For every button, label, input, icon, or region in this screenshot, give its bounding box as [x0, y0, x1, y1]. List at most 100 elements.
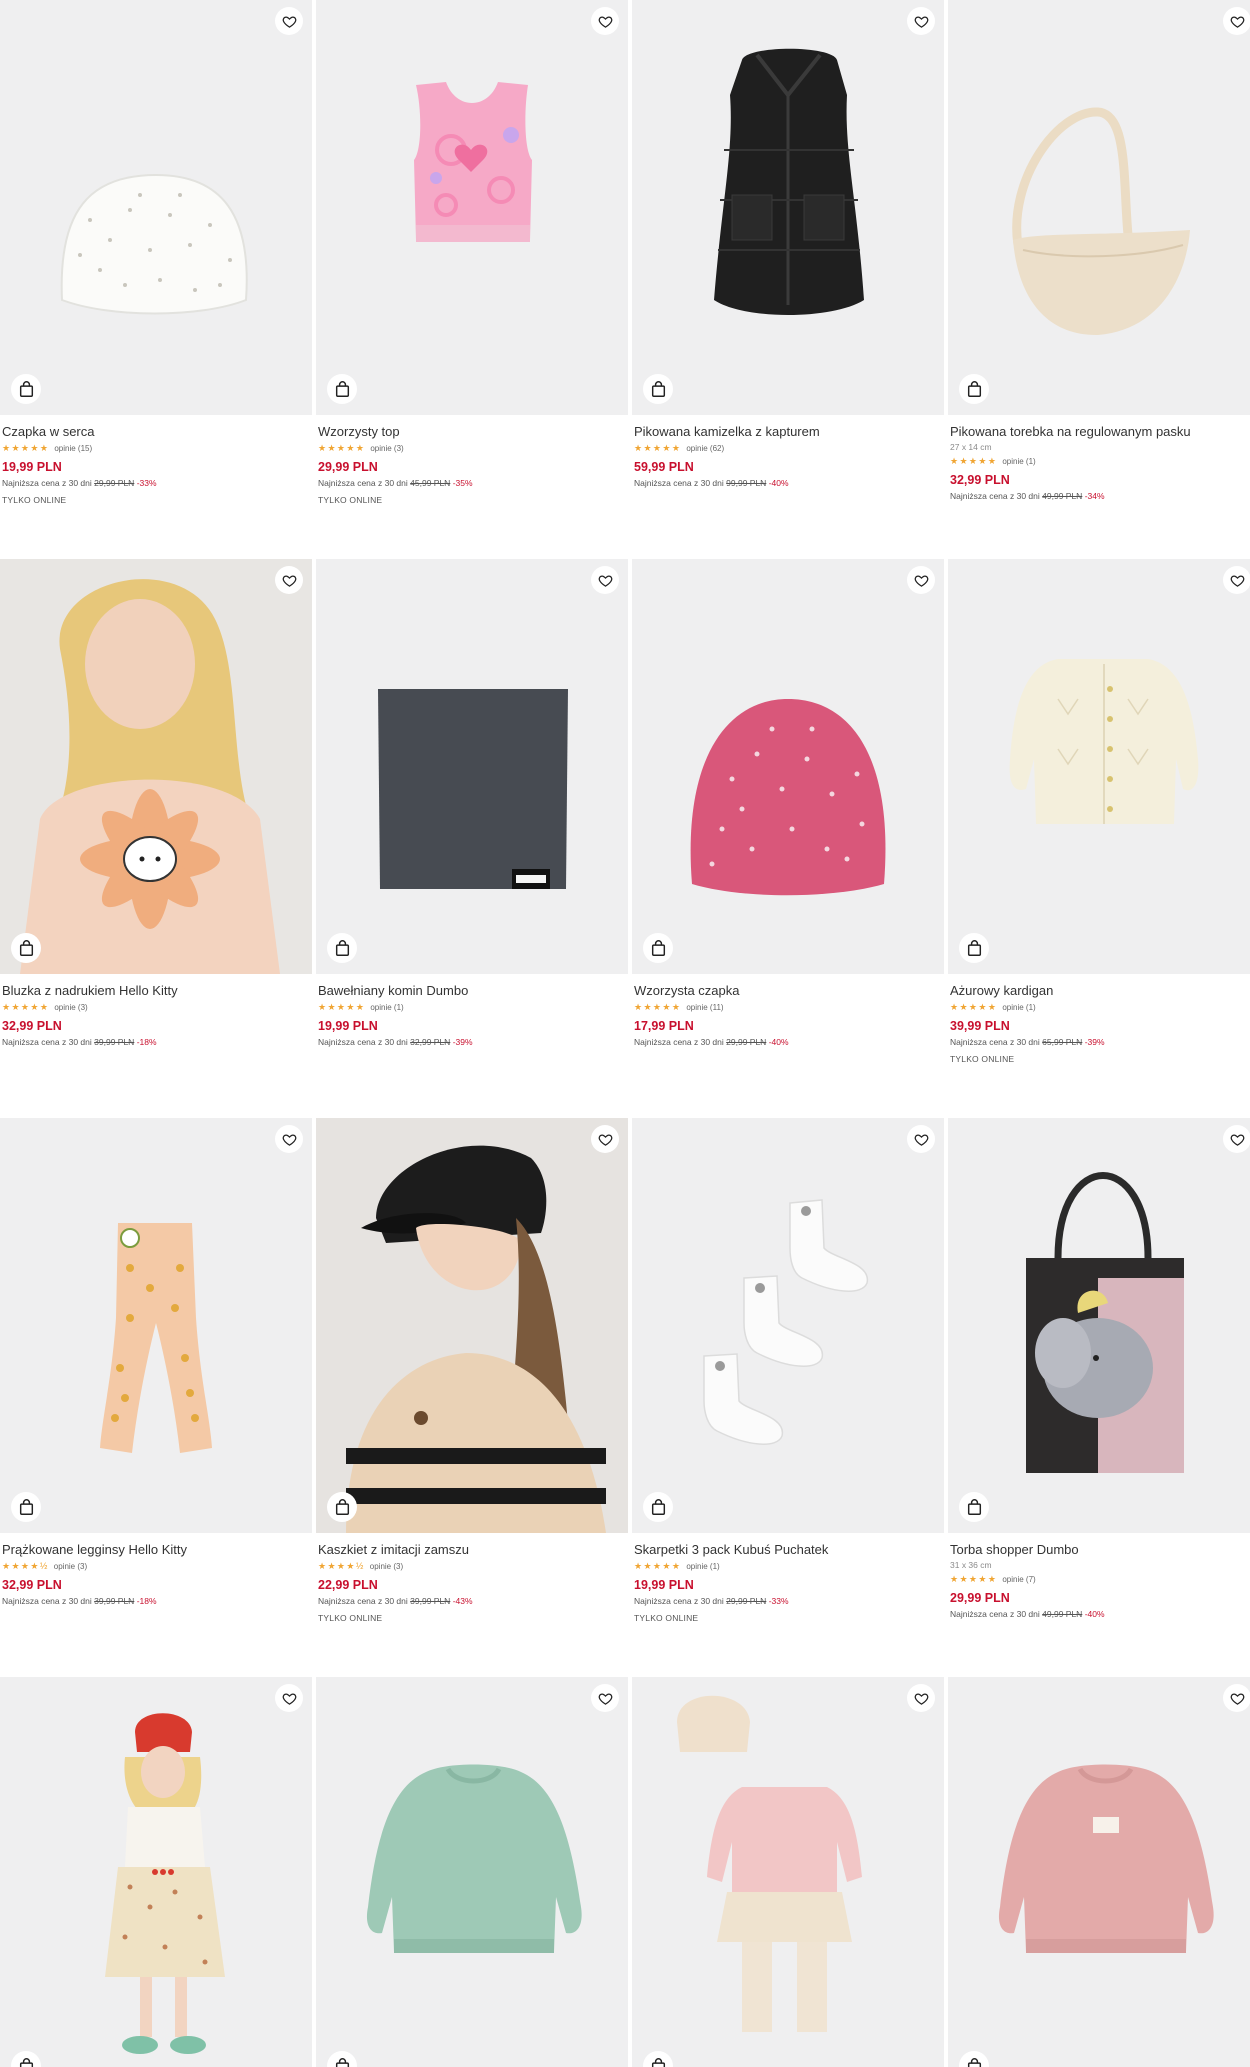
product-name[interactable]: Torba shopper Dumbo: [950, 1542, 1250, 1558]
add-to-cart-button[interactable]: [959, 933, 989, 963]
favorite-button[interactable]: [275, 1125, 303, 1153]
review-count[interactable]: opinie (3): [54, 1562, 87, 1571]
heart-icon: [598, 1133, 612, 1146]
add-to-cart-button[interactable]: [11, 374, 41, 404]
product-price: 19,99 PLN: [634, 1578, 694, 1592]
add-to-cart-button[interactable]: [327, 374, 357, 404]
add-to-cart-button[interactable]: [643, 1492, 673, 1522]
product-image[interactable]: [948, 1118, 1250, 1533]
add-to-cart-button[interactable]: [11, 1492, 41, 1522]
favorite-button[interactable]: [1223, 7, 1250, 35]
product-image[interactable]: [316, 559, 628, 974]
product-image[interactable]: [316, 0, 628, 415]
product-info: Torba shopper Dumbo 31 x 36 cm ★★★★★ opin…: [950, 1542, 1250, 1620]
product-name[interactable]: Ażurowy kardigan: [950, 983, 1250, 999]
discount-badge: -33%: [136, 478, 157, 488]
review-count[interactable]: opinie (3): [370, 444, 403, 453]
product-image[interactable]: [0, 559, 312, 974]
shopping-bag-icon: [651, 381, 665, 397]
review-count[interactable]: opinie (1): [686, 1562, 719, 1571]
product-image[interactable]: [316, 1118, 628, 1533]
favorite-button[interactable]: [907, 566, 935, 594]
pink-beanie-illustration: [690, 699, 886, 896]
product-name[interactable]: Wzorzysta czapka: [634, 983, 940, 999]
shopping-bag-icon: [651, 2058, 665, 2067]
product-image[interactable]: [948, 1677, 1250, 2067]
product-name[interactable]: Pikowana kamizelka z kapturem: [634, 424, 940, 440]
old-price: 39,99 PLN: [94, 1596, 135, 1606]
add-to-cart-button[interactable]: [959, 1492, 989, 1522]
product-price: 19,99 PLN: [318, 1019, 378, 1033]
product-image[interactable]: [948, 559, 1250, 974]
rating: ★★★★★ opinie (1): [318, 1001, 624, 1013]
favorite-button[interactable]: [907, 1684, 935, 1712]
product-name[interactable]: Kaszkiet z imitacji zamszu: [318, 1542, 624, 1558]
rating: ★★★★★ opinie (1): [950, 455, 1250, 467]
favorite-button[interactable]: [1223, 1684, 1250, 1712]
old-price: 39,99 PLN: [94, 1037, 135, 1047]
product-image[interactable]: [632, 559, 944, 974]
product-info: Prążkowane legginsy Hello Kitty ★★★★½ opi…: [2, 1542, 308, 1607]
product-name[interactable]: Skarpetki 3 pack Kubuś Puchatek: [634, 1542, 940, 1558]
review-count[interactable]: opinie (11): [686, 1003, 723, 1012]
add-to-cart-button[interactable]: [327, 933, 357, 963]
favorite-button[interactable]: [591, 7, 619, 35]
cream-cardigan-illustration: [1009, 659, 1199, 824]
product-image[interactable]: [948, 0, 1250, 415]
review-count[interactable]: opinie (62): [686, 444, 724, 453]
pink-set-turban-illustration: [677, 1695, 862, 2032]
shopping-bag-icon: [651, 940, 665, 956]
review-count[interactable]: opinie (3): [54, 1003, 87, 1012]
favorite-button[interactable]: [907, 7, 935, 35]
product-image[interactable]: [316, 1677, 628, 2067]
product-name[interactable]: Czapka w serca: [2, 424, 308, 440]
add-to-cart-button[interactable]: [643, 933, 673, 963]
shopping-bag-icon: [19, 1499, 33, 1515]
favorite-button[interactable]: [275, 7, 303, 35]
add-to-cart-button[interactable]: [11, 933, 41, 963]
favorite-button[interactable]: [591, 1125, 619, 1153]
product-name[interactable]: Prążkowane legginsy Hello Kitty: [2, 1542, 308, 1558]
product-image[interactable]: [0, 1677, 312, 2067]
favorite-button[interactable]: [275, 1684, 303, 1712]
favorite-button[interactable]: [1223, 1125, 1250, 1153]
product-image[interactable]: [0, 1118, 312, 1533]
add-to-cart-button[interactable]: [643, 374, 673, 404]
review-count[interactable]: opinie (1): [370, 1003, 403, 1012]
product-name[interactable]: Pikowana torebka na regulowanym pasku: [950, 424, 1250, 440]
online-only-badge: TYLKO ONLINE: [634, 1613, 699, 1623]
product-info: Pikowana torebka na regulowanym pasku 27…: [950, 424, 1250, 502]
review-count[interactable]: opinie (1): [1002, 1003, 1035, 1012]
lowest-price-label: Najniższa cena z 30 dni: [950, 1609, 1040, 1619]
add-to-cart-button[interactable]: [327, 1492, 357, 1522]
favorite-button[interactable]: [907, 1125, 935, 1153]
product-image[interactable]: [632, 0, 944, 415]
product-dimensions: 31 x 36 cm: [950, 1560, 992, 1570]
product-name[interactable]: Bawełniany komin Dumbo: [318, 983, 624, 999]
favorite-button[interactable]: [591, 1684, 619, 1712]
product-image[interactable]: [0, 0, 312, 415]
lowest-price-note: Najniższa cena z 30 dni 39,99 PLN -18%: [2, 1037, 308, 1048]
favorite-button[interactable]: [275, 566, 303, 594]
heart-icon: [282, 574, 296, 587]
shopping-bag-icon: [967, 2058, 981, 2067]
product-info: Wzorzysty top ★★★★★ opinie (3) 29,99 PLN …: [318, 424, 624, 505]
product-price: 32,99 PLN: [2, 1578, 62, 1592]
review-count[interactable]: opinie (1): [1002, 457, 1035, 466]
review-count[interactable]: opinie (15): [54, 444, 92, 453]
product-image[interactable]: [632, 1677, 944, 2067]
lowest-price-label: Najniższa cena z 30 dni: [2, 1596, 92, 1606]
product-image[interactable]: [632, 1118, 944, 1533]
add-to-cart-button[interactable]: [959, 374, 989, 404]
girl-cap-illustration: [316, 1118, 628, 1533]
shopping-bag-icon: [335, 2058, 349, 2067]
review-count[interactable]: opinie (3): [370, 1562, 403, 1571]
rating-stars: ★★★★★: [950, 1574, 998, 1584]
rating: ★★★★½ opinie (3): [318, 1560, 624, 1572]
product-name[interactable]: Bluzka z nadrukiem Hello Kitty: [2, 983, 308, 999]
favorite-button[interactable]: [1223, 566, 1250, 594]
favorite-button[interactable]: [591, 566, 619, 594]
shopping-bag-icon: [19, 381, 33, 397]
product-name[interactable]: Wzorzysty top: [318, 424, 624, 440]
review-count[interactable]: opinie (7): [1002, 1575, 1035, 1584]
